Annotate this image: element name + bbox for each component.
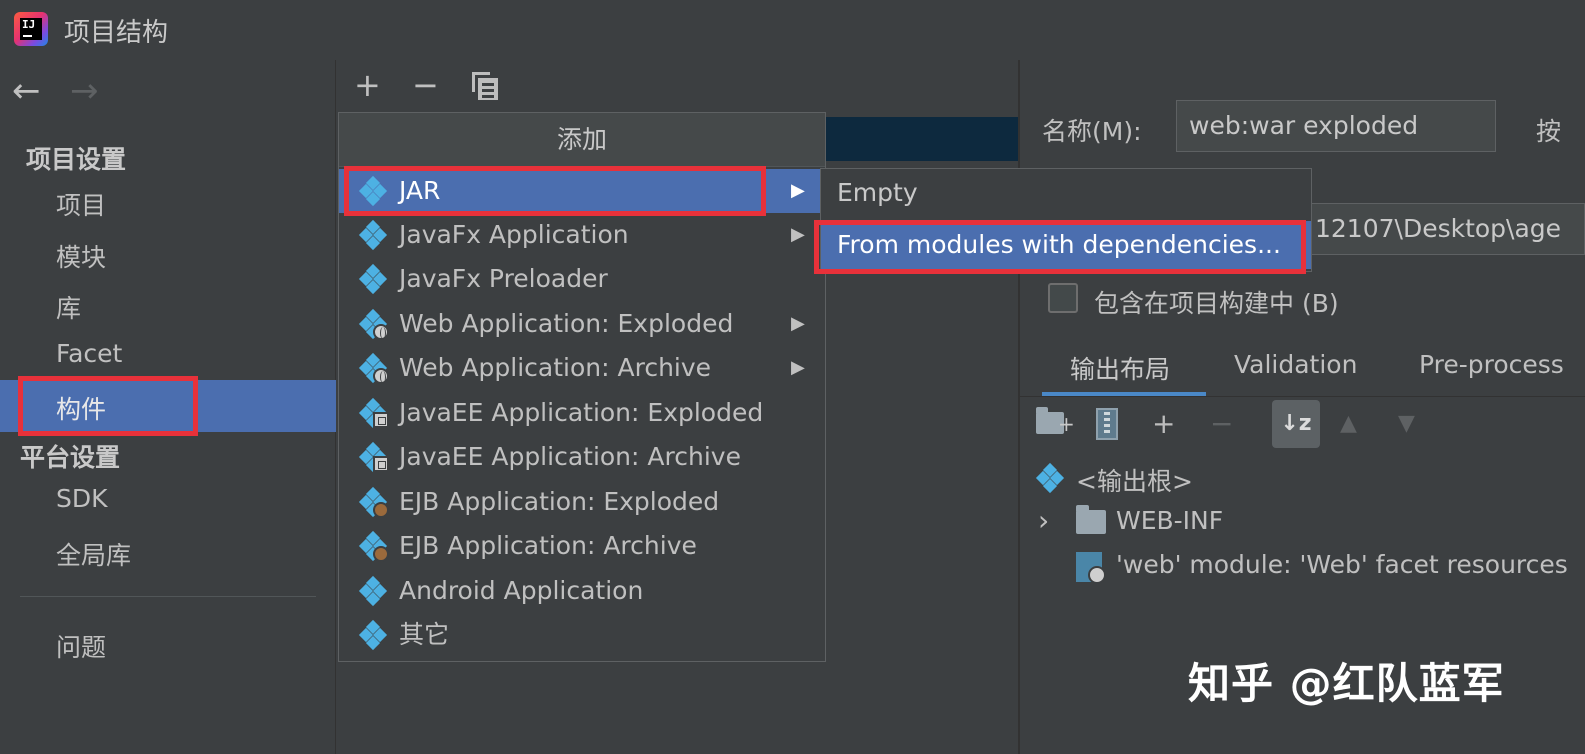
sidebar-item-global-libraries[interactable]: 全局库 xyxy=(56,536,131,572)
sidebar-divider xyxy=(20,596,316,597)
output-root-icon xyxy=(1035,462,1065,494)
tree-output-root[interactable]: <输出根> xyxy=(1076,462,1193,498)
folder-icon xyxy=(1076,505,1106,534)
copy-icon[interactable] xyxy=(472,72,498,100)
menu-item-ejb-app-archive[interactable]: EJB Application: Archive xyxy=(339,524,825,568)
create-directory-plus-badge: + xyxy=(1058,412,1075,436)
menu-item-label: JavaFx Preloader xyxy=(399,264,608,293)
forward-arrow-icon[interactable]: → xyxy=(70,74,99,108)
javaee-artifact-icon xyxy=(358,441,389,473)
submenu-item-empty[interactable]: Empty xyxy=(821,169,1311,217)
title-bar: IJ 项目结构 xyxy=(0,0,1585,60)
intellij-logo-icon: IJ xyxy=(14,12,48,46)
menu-item-javafx-preloader[interactable]: JavaFx Preloader xyxy=(339,257,825,301)
include-in-build-checkbox[interactable] xyxy=(1048,283,1078,313)
artifact-name-input[interactable]: web:war exploded xyxy=(1176,100,1496,152)
menu-item-javafx-application[interactable]: JavaFx Application ▶ xyxy=(339,213,825,257)
annotation-highlight-artifacts xyxy=(18,376,198,436)
popup-title: 添加 xyxy=(339,113,825,167)
artifact-icon xyxy=(358,575,388,607)
tab-validation[interactable]: Validation xyxy=(1234,350,1357,379)
sidebar-item-libraries[interactable]: 库 xyxy=(56,289,81,325)
sidebar-item-project[interactable]: 项目 xyxy=(56,186,106,222)
name-label: 名称(M): xyxy=(1042,117,1142,146)
menu-item-label: 其它 xyxy=(399,620,450,649)
menu-item-javaee-app-archive[interactable]: JavaEE Application: Archive xyxy=(339,435,825,479)
menu-item-android-application[interactable]: Android Application xyxy=(339,569,825,613)
menu-item-ejb-app-exploded[interactable]: EJB Application: Exploded xyxy=(339,480,825,524)
annotation-highlight-from-modules xyxy=(814,220,1306,274)
sidebar-item-modules[interactable]: 模块 xyxy=(56,238,106,274)
artifacts-toolbar: + − xyxy=(338,60,1018,112)
create-archive-icon[interactable] xyxy=(1096,408,1118,440)
ejb-artifact-icon xyxy=(358,530,389,562)
menu-item-javaee-app-exploded[interactable]: JavaEE Application: Exploded xyxy=(339,391,825,435)
menu-item-label: Android Application xyxy=(399,576,644,605)
add-element-button[interactable]: + xyxy=(1152,404,1175,444)
window-title: 项目结构 xyxy=(64,18,169,48)
sidebar-item-sdk[interactable]: SDK xyxy=(56,484,108,513)
include-in-build-label: 包含在项目构建中 (B) xyxy=(1094,289,1339,318)
back-arrow-icon[interactable]: ← xyxy=(12,74,41,108)
artifact-icon xyxy=(358,219,388,251)
menu-item-label: Web Application: Exploded xyxy=(399,309,734,338)
annotation-highlight-jar xyxy=(344,166,766,216)
tree-folder-web-inf[interactable]: WEB-INF xyxy=(1116,506,1223,535)
artifacts-list-selected-row[interactable] xyxy=(825,117,1018,161)
submenu-arrow-icon: ▶ xyxy=(791,313,805,334)
artifact-icon xyxy=(358,619,388,651)
artifact-icon xyxy=(358,263,388,295)
menu-item-label: JavaEE Application: Archive xyxy=(399,442,741,471)
type-label: 按 xyxy=(1536,117,1562,146)
tabs-divider xyxy=(1020,396,1585,397)
menu-item-label: EJB Application: Archive xyxy=(399,531,697,560)
section-project-settings: 项目设置 xyxy=(26,145,127,174)
tree-web-facet-resources[interactable]: 'web' module: 'Web' facet resources xyxy=(1116,550,1568,579)
menu-item-label: EJB Application: Exploded xyxy=(399,487,720,516)
tab-output-layout[interactable]: 输出布局 xyxy=(1070,350,1170,386)
output-directory-input[interactable]: 12107\Desktop\age xyxy=(1300,203,1585,255)
move-up-button[interactable]: ▲ xyxy=(1340,404,1357,444)
web-resources-icon xyxy=(1076,552,1106,584)
section-platform-settings: 平台设置 xyxy=(20,443,121,472)
tree-expand-chevron-icon[interactable]: › xyxy=(1038,504,1049,537)
tab-pre-processing[interactable]: Pre-process xyxy=(1419,350,1564,379)
ejb-artifact-icon xyxy=(358,486,389,518)
menu-item-web-app-exploded[interactable]: Web Application: Exploded ▶ xyxy=(339,302,825,346)
move-down-button[interactable]: ▼ xyxy=(1398,404,1415,444)
menu-item-label: JavaEE Application: Exploded xyxy=(399,398,764,427)
remove-element-button[interactable]: − xyxy=(1210,404,1233,444)
menu-item-web-app-archive[interactable]: Web Application: Archive ▶ xyxy=(339,346,825,390)
add-artifact-button[interactable]: + xyxy=(354,68,381,102)
sidebar-item-problems[interactable]: 问题 xyxy=(56,628,106,664)
menu-item-label: Web Application: Archive xyxy=(399,353,712,382)
remove-artifact-button[interactable]: − xyxy=(412,68,439,102)
watermark-text: 知乎 @红队蓝军 xyxy=(1188,659,1505,708)
submenu-arrow-icon: ▶ xyxy=(791,357,805,378)
sort-elements-button[interactable]: ↓z xyxy=(1272,400,1320,448)
submenu-arrow-icon: ▶ xyxy=(791,180,805,201)
submenu-arrow-icon: ▶ xyxy=(791,224,805,245)
web-artifact-icon xyxy=(358,308,389,340)
sidebar-item-facets[interactable]: Facet xyxy=(56,339,122,368)
javaee-artifact-icon xyxy=(358,397,389,429)
menu-item-other[interactable]: 其它 xyxy=(339,613,825,657)
menu-item-label: JavaFx Application xyxy=(399,220,629,249)
web-artifact-icon xyxy=(358,352,389,384)
